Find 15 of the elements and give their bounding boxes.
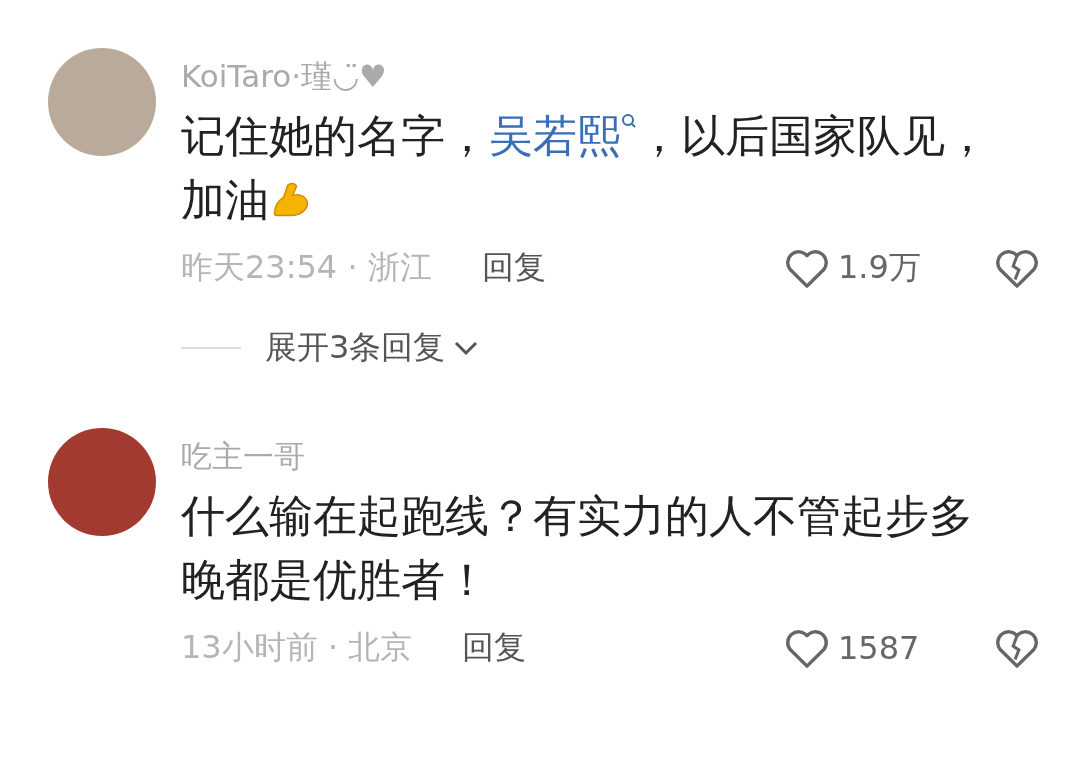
comment-text: 什么输在起跑线？有实力的人不管起步多晚都是优胜者！ [181, 489, 974, 607]
broken-heart-icon[interactable] [994, 627, 1040, 669]
broken-heart-icon[interactable] [994, 247, 1040, 289]
expand-replies-button[interactable]: 展开3条回复 [265, 326, 480, 370]
chevron-down-icon [453, 339, 480, 357]
like-count: 1587 [838, 629, 920, 667]
like-icon[interactable] [784, 627, 830, 669]
comment-time: 昨天23:54 · 浙江 [181, 247, 432, 288]
reply-link[interactable]: 回复 [481, 246, 546, 290]
comment-text: 记住她的名字，吴若熙 ，以后国家队见，加油 [181, 109, 990, 227]
name-link[interactable]: 吴若熙 [489, 110, 637, 161]
like-count: 1.9万 [838, 247, 921, 288]
reply-link[interactable]: 回复 [462, 626, 527, 670]
like-icon[interactable] [784, 247, 830, 289]
comment-time: 13小时前 · 北京 [181, 627, 413, 668]
